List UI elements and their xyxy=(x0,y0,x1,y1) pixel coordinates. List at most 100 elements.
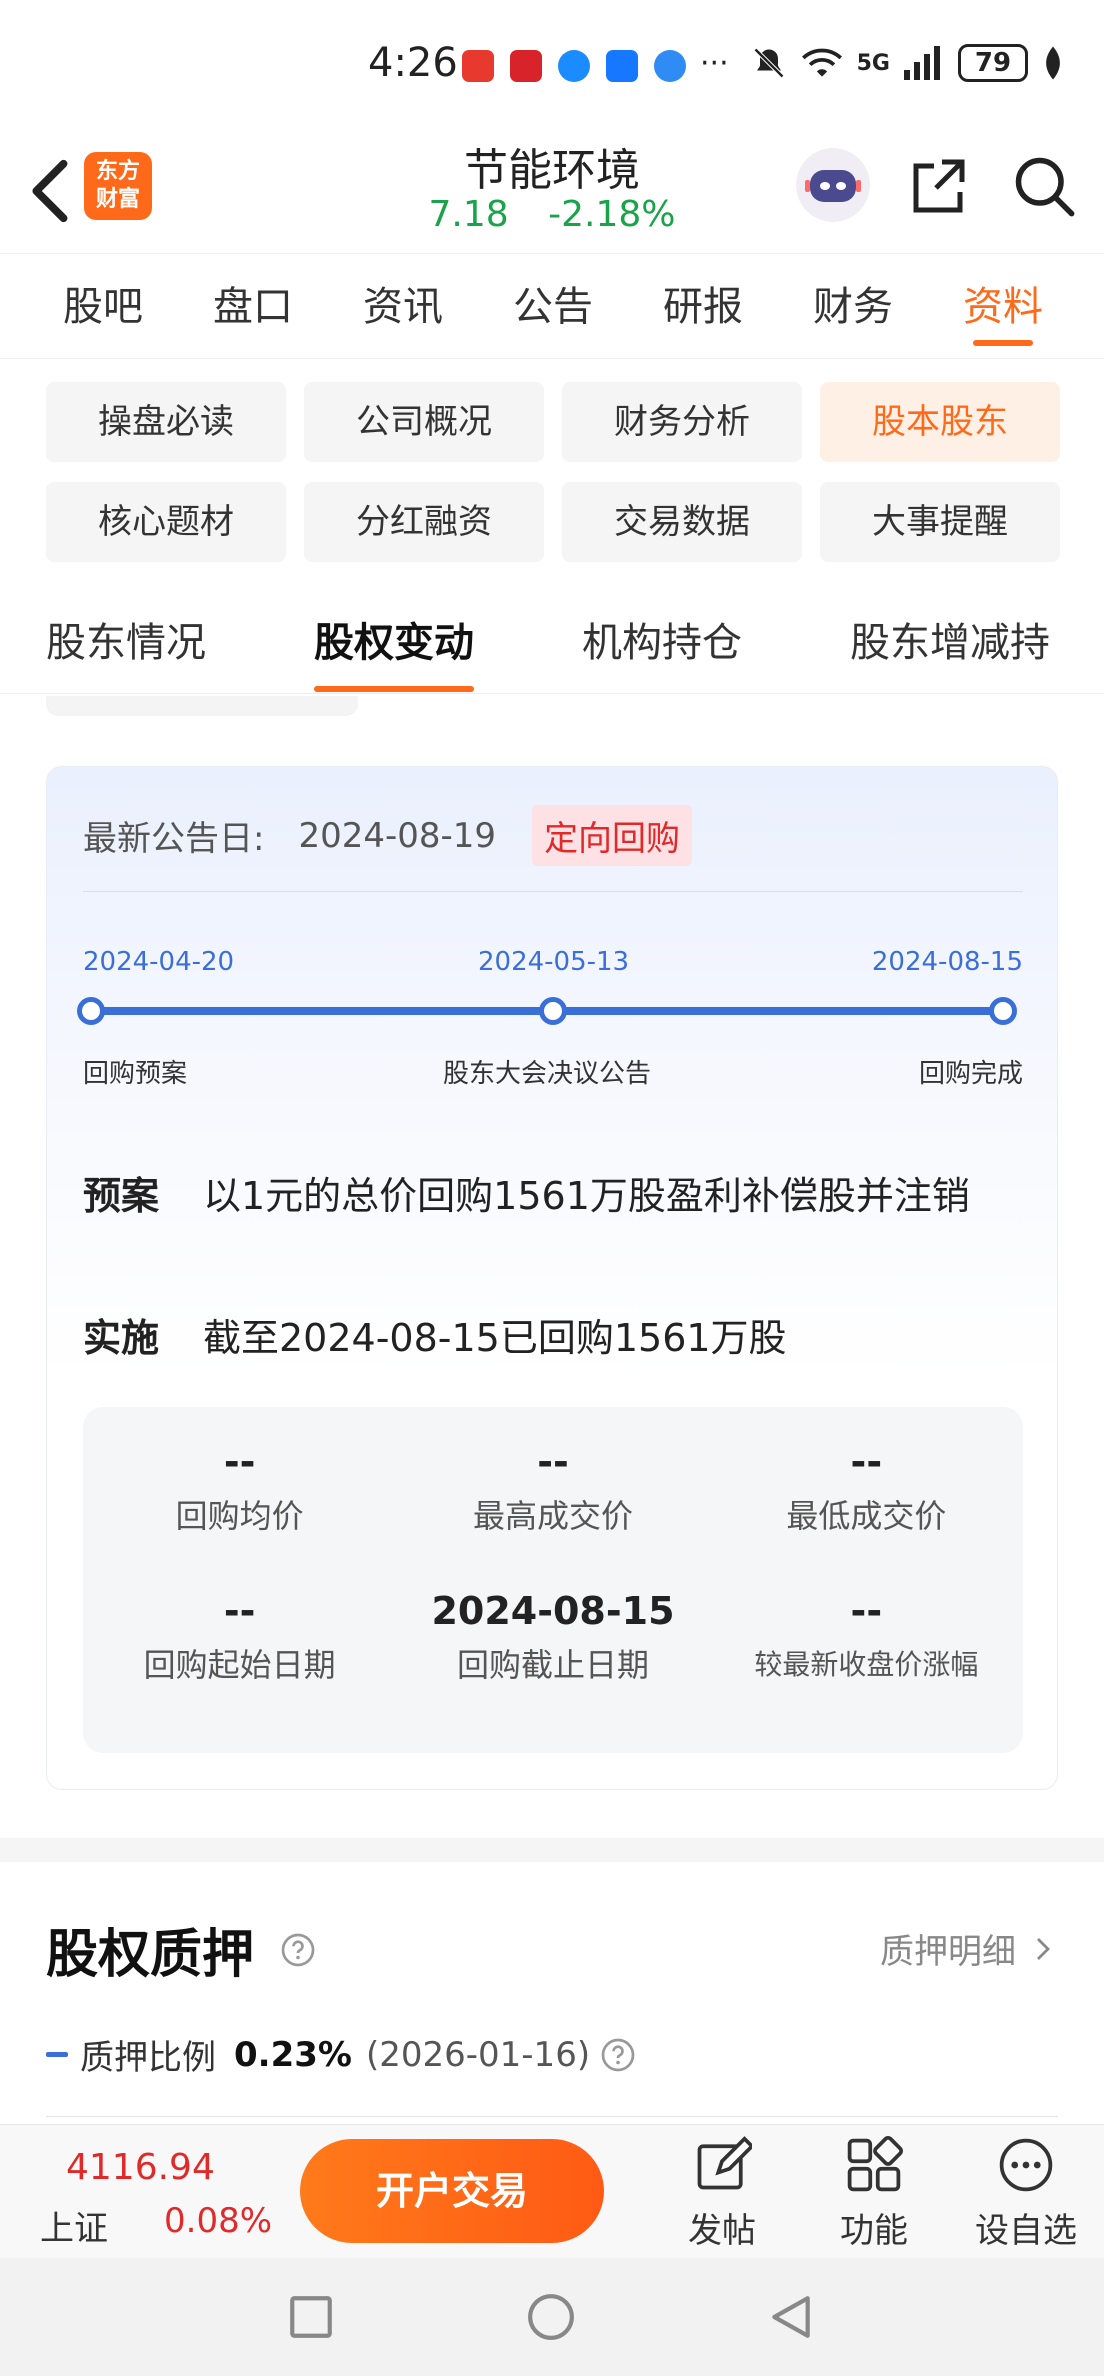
stat-value: -- xyxy=(223,1589,256,1633)
stat-value: -- xyxy=(223,1440,256,1484)
timeline-label-end: 回购完成 xyxy=(918,1059,1023,1089)
functions-button[interactable]: 功能 xyxy=(804,2135,944,2252)
stat-end-date: 2024-08-15 回购截止日期 xyxy=(396,1580,709,1729)
plan-row: 预案 以1元的总价回购1561万股盈利补偿股并注销 xyxy=(83,1167,1023,1225)
stat-high-price: -- 最高成交价 xyxy=(396,1431,709,1580)
tab-pankou[interactable]: 盘口 xyxy=(178,255,328,358)
sectab-shareholder-status[interactable]: 股东情况 xyxy=(46,598,206,688)
stat-value: -- xyxy=(537,1440,569,1484)
mute-bell-icon xyxy=(753,47,784,79)
sectab-holding-changes[interactable]: 股东增减持 xyxy=(850,598,1050,688)
status-time: 4:26 xyxy=(368,40,458,86)
subtab-company-overview[interactable]: 公司概况 xyxy=(304,382,544,462)
chevron-right-icon xyxy=(1037,1937,1050,1960)
section-tabs: 股东情况 股权变动 机构持仓 股东增减持 xyxy=(0,598,1104,694)
app-header: 东方 财富 节能环境 7.18 -2.18% xyxy=(0,130,1104,254)
stat-value: 2024-08-15 xyxy=(431,1589,675,1633)
more-notifications-icon: ··· xyxy=(700,46,729,81)
post-label: 发帖 xyxy=(688,2211,756,2251)
ai-assistant-avatar[interactable] xyxy=(796,148,870,222)
post-button[interactable]: 发帖 xyxy=(652,2135,792,2252)
announce-row: 最新公告日: 2024-08-19 定向回购 xyxy=(83,805,693,866)
buyback-timeline: 2024-04-20 2024-05-13 2024-08-15 回购预案 股东… xyxy=(77,947,1023,1089)
pledge-title-text: 股权质押 xyxy=(46,1925,255,1985)
stat-start-date: -- 回购起始日期 xyxy=(83,1580,396,1729)
more-circle-icon xyxy=(999,2138,1053,2192)
pledge-ratio-row: 质押比例 0.23% (2026-01-16) xyxy=(46,2030,636,2079)
status-bar: 4:26 ··· 5G 79 xyxy=(0,0,1104,140)
tab-research[interactable]: 研报 xyxy=(628,255,778,358)
subtab-dividends[interactable]: 分红融资 xyxy=(304,482,544,562)
timeline-date-middle: 2024-05-13 xyxy=(478,947,630,977)
tab-guba[interactable]: 股吧 xyxy=(28,255,178,358)
timeline-label-start: 回购预案 xyxy=(83,1059,188,1089)
main-tabs: 股吧 盘口 资讯 公告 研报 财务 资料 xyxy=(0,255,1104,359)
sub-tabs: 操盘必读 公司概况 财务分析 股本股东 核心题材 分红融资 交易数据 大事提醒 xyxy=(46,382,1060,562)
pledge-ratio-date: (2026-01-16) xyxy=(365,2034,591,2075)
impl-row: 实施 截至2024-08-15已回购1561万股 xyxy=(83,1309,1023,1367)
pledge-ratio-value: 0.23% xyxy=(234,2034,352,2075)
home-icon[interactable] xyxy=(526,2292,576,2342)
stat-label: 最低成交价 xyxy=(786,1497,947,1535)
stat-label: 最高成交价 xyxy=(472,1497,633,1535)
pledge-section-title: 股权质押 xyxy=(46,1912,316,1987)
signal-icon xyxy=(904,46,940,80)
impl-key: 实施 xyxy=(83,1316,160,1360)
index-value[interactable]: 4116.94 xyxy=(66,2147,215,2188)
impl-value: 截至2024-08-15已回购1561万股 xyxy=(203,1316,787,1360)
stat-label: 回购起始日期 xyxy=(143,1646,336,1684)
tab-profile[interactable]: 资料 xyxy=(928,255,1078,358)
grid-icon xyxy=(847,2136,903,2192)
subtab-events[interactable]: 大事提醒 xyxy=(820,482,1060,562)
index-change[interactable]: 0.08% xyxy=(164,2201,272,2241)
bottom-bar: 4116.94 上证 0.08% 开户交易 发帖 功能 设自选 xyxy=(0,2124,1104,2258)
edit-icon xyxy=(697,2136,752,2190)
tab-finance[interactable]: 财务 xyxy=(778,255,928,358)
stat-low-price: -- 最低成交价 xyxy=(710,1431,1023,1580)
functions-label: 功能 xyxy=(840,2211,908,2251)
chat-app-icon xyxy=(558,50,590,82)
robot-icon xyxy=(805,170,861,202)
stat-label: 回购均价 xyxy=(175,1497,304,1535)
subtab-financial-analysis[interactable]: 财务分析 xyxy=(562,382,802,462)
subtab-must-read[interactable]: 操盘必读 xyxy=(46,382,286,462)
previous-card-edge xyxy=(46,696,358,716)
timeline-dot-middle xyxy=(539,997,567,1025)
help-icon[interactable] xyxy=(280,1932,316,1968)
stat-vs-close: -- 较最新收盘价涨幅 xyxy=(710,1580,1023,1729)
timeline-dot-end xyxy=(989,997,1017,1025)
add-watchlist-label: 设自选 xyxy=(975,2211,1077,2251)
sectab-institutional-holdings[interactable]: 机构持仓 xyxy=(582,598,742,688)
subtab-core-themes[interactable]: 核心题材 xyxy=(46,482,286,562)
subtab-trading-data[interactable]: 交易数据 xyxy=(562,482,802,562)
share-icon[interactable] xyxy=(906,154,970,218)
tab-announcements[interactable]: 公告 xyxy=(478,255,628,358)
browser-app-icon xyxy=(654,50,686,82)
section-separator xyxy=(0,1838,1104,1862)
stat-label: 回购截止日期 xyxy=(456,1646,649,1684)
wifi-icon xyxy=(801,48,842,77)
recent-apps-icon[interactable] xyxy=(286,2292,336,2342)
buyback-card: 最新公告日: 2024-08-19 定向回购 2024-04-20 2024-0… xyxy=(46,766,1058,1790)
pledge-detail-link[interactable]: 质押明细 xyxy=(880,1924,1058,1973)
back-nav-icon[interactable] xyxy=(766,2292,816,2342)
network-type: 5G xyxy=(856,50,890,76)
timeline-date-start: 2024-04-20 xyxy=(83,947,235,977)
pledge-ratio-label: 质押比例 xyxy=(80,2038,216,2078)
index-name[interactable]: 上证 xyxy=(40,2201,108,2250)
card-divider xyxy=(83,891,1023,892)
system-navigation-bar xyxy=(0,2258,1104,2376)
stat-avg-price: -- 回购均价 xyxy=(83,1431,396,1580)
open-account-trade-button[interactable]: 开户交易 xyxy=(300,2139,604,2243)
subtab-shareholders[interactable]: 股本股东 xyxy=(820,382,1060,462)
stock-change-pct: -2.18% xyxy=(548,194,676,235)
search-icon[interactable] xyxy=(1010,152,1078,220)
add-watchlist-button[interactable]: 设自选 xyxy=(956,2135,1096,2252)
help-icon[interactable] xyxy=(600,2037,636,2073)
tab-news[interactable]: 资讯 xyxy=(328,255,478,358)
leaf-icon xyxy=(1046,46,1060,80)
stat-value: -- xyxy=(850,1589,883,1633)
stat-value: -- xyxy=(850,1440,883,1484)
timeline-date-end: 2024-08-15 xyxy=(871,947,1023,977)
sectab-equity-changes[interactable]: 股权变动 xyxy=(314,598,474,692)
